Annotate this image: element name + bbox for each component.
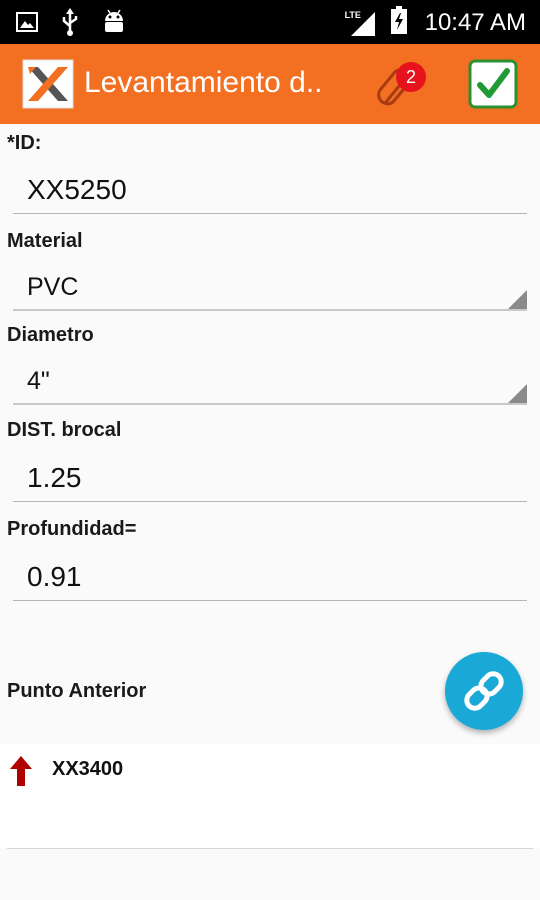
id-input[interactable]: XX5250: [27, 174, 127, 206]
punto-anterior-item[interactable]: XX3400: [0, 744, 540, 848]
dist-brocal-underline: [13, 501, 527, 502]
dist-brocal-input[interactable]: 1.25: [27, 462, 82, 494]
clock: 10:47 AM: [424, 8, 526, 36]
material-select[interactable]: PVC: [27, 273, 78, 302]
image-icon: [16, 11, 38, 38]
link-button[interactable]: [445, 652, 523, 730]
paperclip-icon: [372, 68, 422, 116]
signal-icon: LTE: [345, 8, 377, 38]
material-dropdown-icon[interactable]: [507, 290, 527, 310]
id-input-underline: [13, 213, 527, 214]
checkmark-icon: [468, 59, 518, 113]
diametro-dropdown-icon[interactable]: [507, 384, 527, 404]
app-bar: Levantamiento d.. 2: [0, 44, 540, 124]
profundidad-label: Profundidad=: [7, 518, 137, 540]
battery-charging-icon: [390, 6, 407, 39]
app-title: Levantamiento d..: [84, 66, 323, 99]
diametro-label: Diametro: [7, 324, 94, 346]
material-select-underline: [13, 309, 527, 311]
punto-anterior-label: Punto Anterior: [7, 680, 147, 702]
app-logo-icon: [22, 59, 74, 109]
attachment-count-badge: 2: [396, 62, 426, 92]
confirm-button[interactable]: [468, 59, 518, 109]
usb-icon: [60, 8, 80, 41]
punto-anterior-value: XX3400: [52, 758, 124, 780]
status-bar: LTE 10:47 AM: [0, 0, 540, 44]
material-label: Material: [7, 230, 83, 252]
android-icon: [102, 9, 126, 40]
diametro-select[interactable]: 4": [27, 367, 50, 396]
arrow-up-icon: [10, 756, 32, 791]
profundidad-input[interactable]: 0.91: [27, 561, 82, 593]
form-id-label: *ID:: [7, 132, 42, 154]
diametro-select-underline: [13, 403, 527, 405]
profundidad-underline: [13, 600, 527, 601]
divider: [7, 848, 533, 849]
dist-brocal-label: DIST. brocal: [7, 419, 122, 441]
